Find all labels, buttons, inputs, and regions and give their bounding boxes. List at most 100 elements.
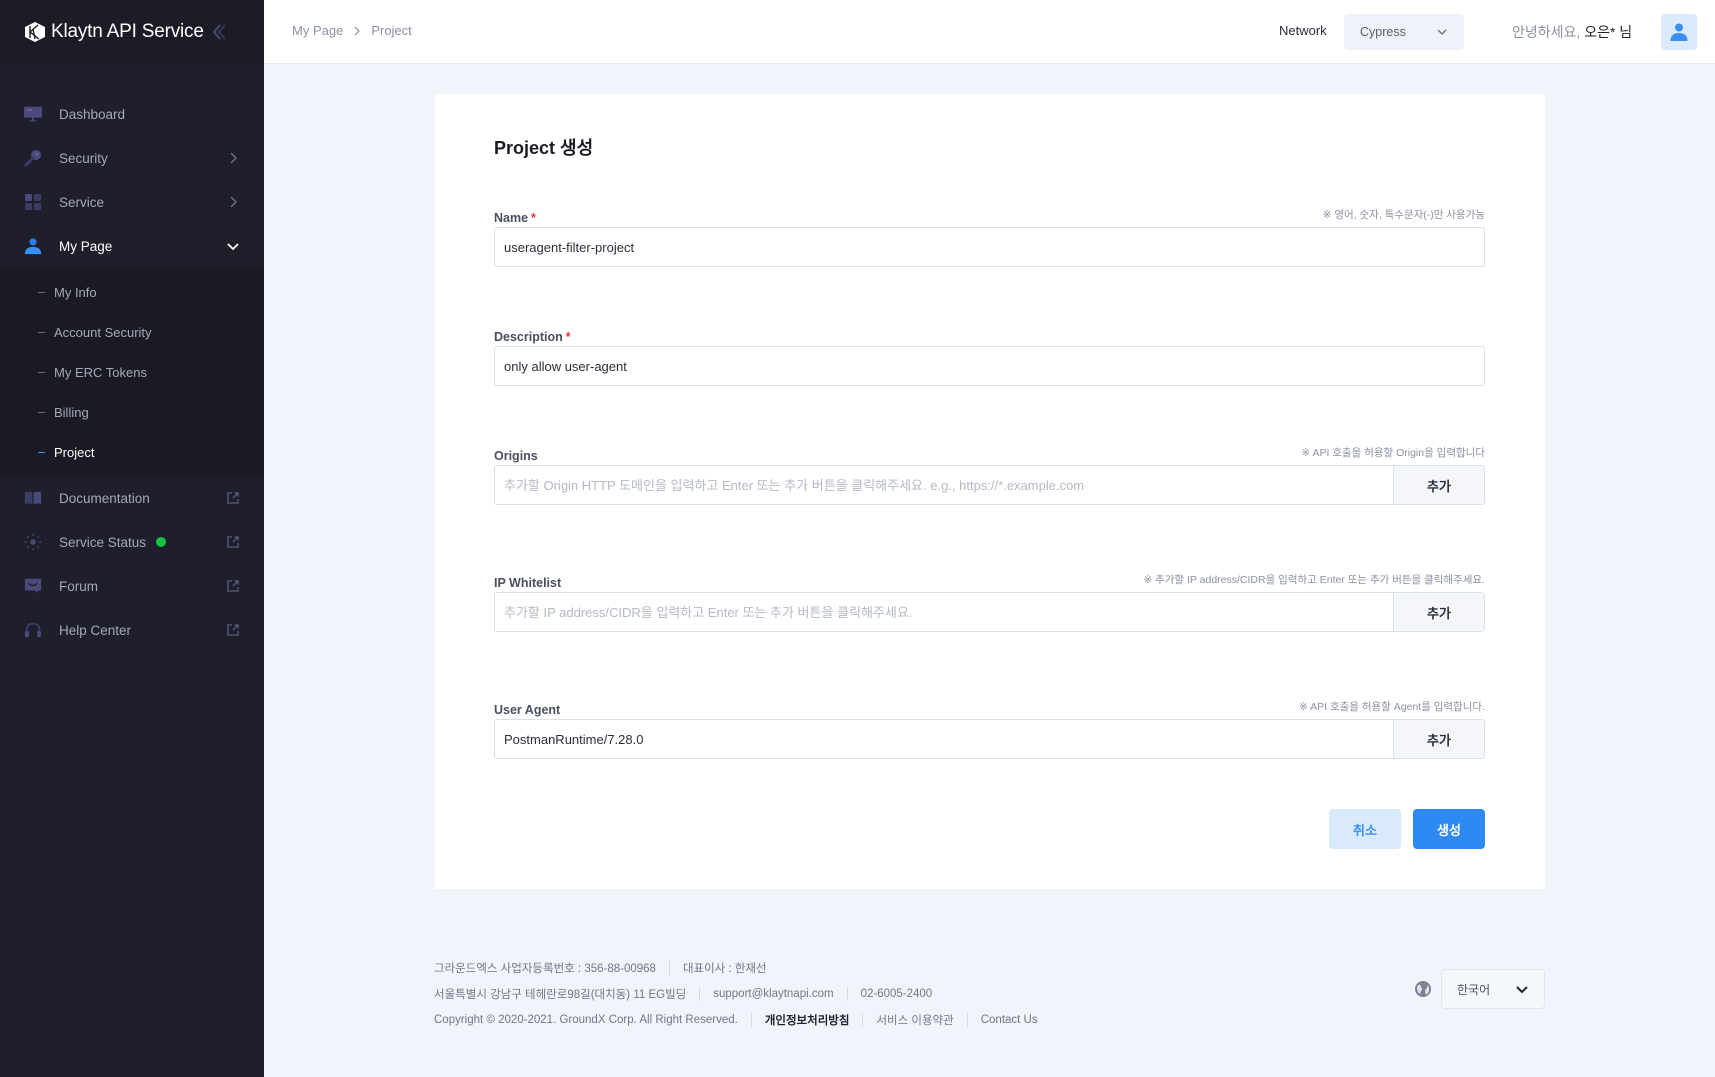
submenu-item-account-security[interactable]: Account Security	[0, 312, 264, 352]
origins-input[interactable]	[495, 466, 1393, 504]
key-icon	[24, 149, 42, 167]
footer-address: 서울특별시 강남구 테헤란로98길(대치동) 11 EG빌딩	[434, 989, 687, 1001]
chevron-right-icon	[230, 152, 238, 164]
language-select[interactable]: 한국어	[1441, 969, 1545, 1009]
submenu-item-label: My Info	[54, 284, 97, 300]
book-icon	[24, 489, 42, 507]
sidebar-item-dashboard[interactable]: Dashboard	[0, 92, 264, 136]
origins-field-group: Origins ※ API 호출을 허용할 Origin을 입력합니다 추가	[494, 447, 1485, 505]
origins-input-wrap: 추가	[494, 465, 1485, 505]
headphones-icon	[24, 621, 42, 639]
dash-marker	[38, 451, 45, 453]
sidebar-item-label: My Page	[59, 238, 113, 254]
external-link-icon	[227, 624, 239, 636]
sidebar-item-label: Documentation	[59, 490, 150, 506]
avatar-button[interactable]	[1661, 14, 1697, 50]
footer-divider	[750, 1013, 752, 1027]
description-field-group: Description *	[494, 328, 1485, 386]
app-title: Klaytn API Service	[51, 21, 204, 42]
name-field-group: Name * ※ 영어, 숫자, 특수문자(-)만 사용가능	[494, 209, 1485, 267]
privacy-policy-link[interactable]: 개인정보처리방침	[765, 1012, 850, 1028]
terms-link[interactable]: 서비스 이용약관	[876, 1012, 953, 1028]
create-button[interactable]: 생성	[1413, 809, 1485, 849]
name-hint: ※ 영어, 숫자, 특수문자(-)만 사용가능	[1322, 209, 1485, 221]
footer-divider	[966, 1013, 968, 1027]
sidebar-item-service-status[interactable]: Service Status	[0, 520, 264, 564]
sidebar-item-security[interactable]: Security	[0, 136, 264, 180]
user-agent-field-group: User Agent ※ API 호출을 허용할 Agent를 입력합니다. 추…	[494, 701, 1485, 759]
footer-row-company: 그라운드엑스 사업자등록번호 : 356-88-00968 대표이사 : 한재선	[434, 955, 1038, 981]
submenu-item-my-erc-tokens[interactable]: My ERC Tokens	[0, 352, 264, 392]
chevron-right-icon	[354, 26, 361, 35]
sidebar-item-label: Security	[59, 150, 108, 166]
name-label: Name *	[494, 211, 536, 225]
footer-row-contact: 서울특별시 강남구 테헤란로98길(대치동) 11 EG빌딩 support@k…	[434, 981, 1038, 1007]
user-avatar-icon	[1670, 23, 1688, 41]
dash-marker	[38, 331, 45, 333]
user-agent-add-button[interactable]: 추가	[1393, 720, 1484, 758]
footer-divider	[846, 987, 848, 1001]
description-input[interactable]	[495, 347, 1484, 385]
submenu-item-label: Account Security	[54, 324, 152, 340]
user-agent-label: User Agent	[494, 703, 561, 717]
chat-icon	[24, 577, 42, 595]
name-input[interactable]	[495, 228, 1484, 266]
footer-row-links: Copyright © 2020-2021. GroundX Corp. All…	[434, 1007, 1038, 1033]
submenu-item-billing[interactable]: Billing	[0, 392, 264, 432]
user-agent-input-wrap: 추가	[494, 719, 1485, 759]
external-link-icon	[227, 492, 239, 504]
footer-divider	[699, 987, 701, 1001]
chevron-down-icon	[1516, 986, 1528, 994]
greeting-prefix: 안녕하세요,	[1512, 24, 1585, 40]
sidebar-item-my-page[interactable]: My Page	[0, 224, 264, 268]
sidebar-item-label: Service	[59, 194, 105, 210]
sidebar: Klaytn API Service Dashboard Security Se…	[0, 0, 264, 1077]
top-bar: My Page Project Network Cypress 안녕하세요, 오…	[264, 0, 1715, 64]
ip-whitelist-input-wrap: 추가	[494, 592, 1485, 632]
external-link-icon	[227, 536, 239, 548]
sidebar-item-help-center[interactable]: Help Center	[0, 608, 264, 652]
language-value: 한국어	[1457, 982, 1491, 997]
submenu-item-project[interactable]: Project	[0, 432, 264, 472]
origins-add-button[interactable]: 추가	[1393, 466, 1484, 504]
ip-whitelist-input[interactable]	[495, 593, 1393, 631]
breadcrumb-my-page[interactable]: My Page	[292, 23, 343, 38]
footer-divider	[668, 961, 670, 975]
klaytn-logo-icon	[25, 22, 45, 42]
monitor-icon	[24, 105, 42, 123]
description-label-text: Description	[494, 330, 563, 344]
contact-us-link[interactable]: Contact Us	[981, 1014, 1038, 1026]
name-label-text: Name	[494, 211, 529, 225]
user-agent-hint: ※ API 호출을 허용할 Agent를 입력합니다.	[1298, 701, 1485, 713]
chevron-right-icon	[230, 196, 238, 208]
network-label: Network	[1279, 23, 1327, 38]
network-select[interactable]: Cypress	[1344, 14, 1464, 50]
footer-email-link[interactable]: support@klaytnapi.com	[713, 988, 833, 1000]
cancel-button[interactable]: 취소	[1329, 809, 1401, 849]
grid-icon	[24, 193, 42, 211]
status-sun-icon	[24, 533, 42, 551]
footer-copyright: Copyright © 2020-2021. GroundX Corp. All…	[434, 1014, 738, 1026]
page-title: Project 생성	[494, 138, 594, 158]
sidebar-item-service[interactable]: Service	[0, 180, 264, 224]
ip-whitelist-add-button[interactable]: 추가	[1393, 593, 1484, 631]
sidebar-item-documentation[interactable]: Documentation	[0, 476, 264, 520]
description-input-wrap	[494, 346, 1485, 386]
collapse-sidebar-icon[interactable]	[210, 20, 228, 44]
sidebar-item-forum[interactable]: Forum	[0, 564, 264, 608]
origins-hint: ※ API 호출을 허용할 Origin을 입력합니다	[1301, 447, 1485, 459]
sidebar-nav: Dashboard Security Service My Page My In…	[0, 92, 264, 652]
submenu-item-my-info[interactable]: My Info	[0, 272, 264, 312]
ip-whitelist-field-group: IP Whitelist ※ 추가할 IP address/CIDR을 입력하고…	[494, 574, 1485, 632]
breadcrumb-project: Project	[371, 23, 412, 38]
description-label: Description *	[494, 330, 571, 344]
required-marker: *	[565, 330, 571, 344]
dash-marker	[38, 371, 45, 373]
dash-marker	[38, 411, 45, 413]
user-agent-input[interactable]	[495, 720, 1393, 758]
sidebar-item-label: Help Center	[59, 622, 132, 638]
ip-whitelist-hint: ※ 추가할 IP address/CIDR을 입력하고 Enter 또는 추가 …	[1143, 574, 1485, 586]
submenu-item-label: My ERC Tokens	[54, 364, 147, 380]
sidebar-item-label: Service Status	[59, 534, 147, 550]
user-name: 오은* 님	[1584, 24, 1633, 40]
